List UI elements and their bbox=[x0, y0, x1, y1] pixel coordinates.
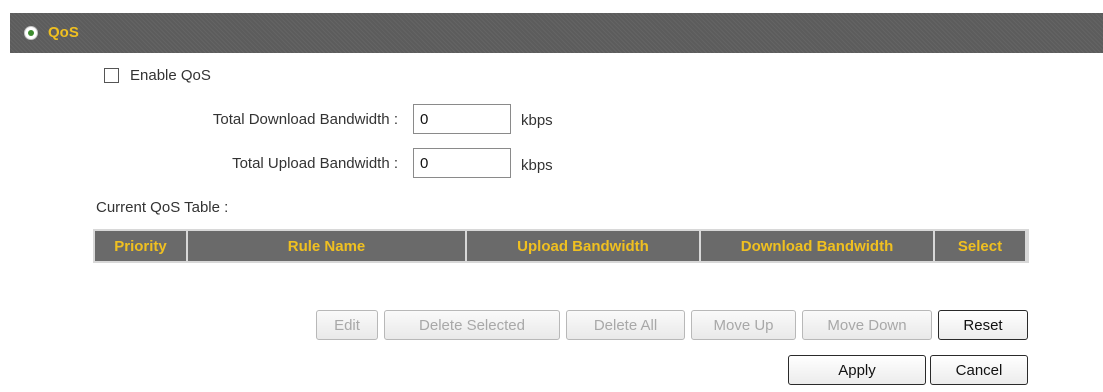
column-header-rule-name: Rule Name bbox=[188, 231, 465, 261]
section-title: QoS bbox=[48, 24, 79, 41]
column-header-upload-bandwidth: Upload Bandwidth bbox=[467, 231, 699, 261]
radio-dot-icon bbox=[24, 26, 38, 40]
section-header: QoS bbox=[10, 13, 1103, 53]
download-bandwidth-label: Total Download Bandwidth : bbox=[212, 111, 398, 128]
move-up-button[interactable]: Move Up bbox=[691, 310, 796, 340]
column-header-select: Select bbox=[935, 231, 1025, 261]
apply-button[interactable]: Apply bbox=[788, 355, 926, 385]
upload-bandwidth-input[interactable] bbox=[413, 148, 511, 178]
qos-table: Priority Rule Name Upload Bandwidth Down… bbox=[93, 229, 1029, 263]
delete-selected-button[interactable]: Delete Selected bbox=[384, 310, 560, 340]
cancel-button[interactable]: Cancel bbox=[930, 355, 1028, 385]
upload-bandwidth-label: Total Upload Bandwidth : bbox=[232, 155, 398, 172]
upload-unit-label: kbps bbox=[521, 157, 553, 174]
download-bandwidth-input[interactable] bbox=[413, 104, 511, 134]
delete-all-button[interactable]: Delete All bbox=[566, 310, 685, 340]
download-unit-label: kbps bbox=[521, 112, 553, 129]
enable-qos-label: Enable QoS bbox=[130, 67, 211, 84]
move-down-button[interactable]: Move Down bbox=[802, 310, 932, 340]
column-header-download-bandwidth: Download Bandwidth bbox=[701, 231, 933, 261]
reset-button[interactable]: Reset bbox=[938, 310, 1028, 340]
qos-table-caption: Current QoS Table : bbox=[96, 199, 229, 216]
column-header-priority: Priority bbox=[95, 231, 186, 261]
edit-button[interactable]: Edit bbox=[316, 310, 378, 340]
enable-qos-checkbox[interactable] bbox=[104, 68, 119, 83]
